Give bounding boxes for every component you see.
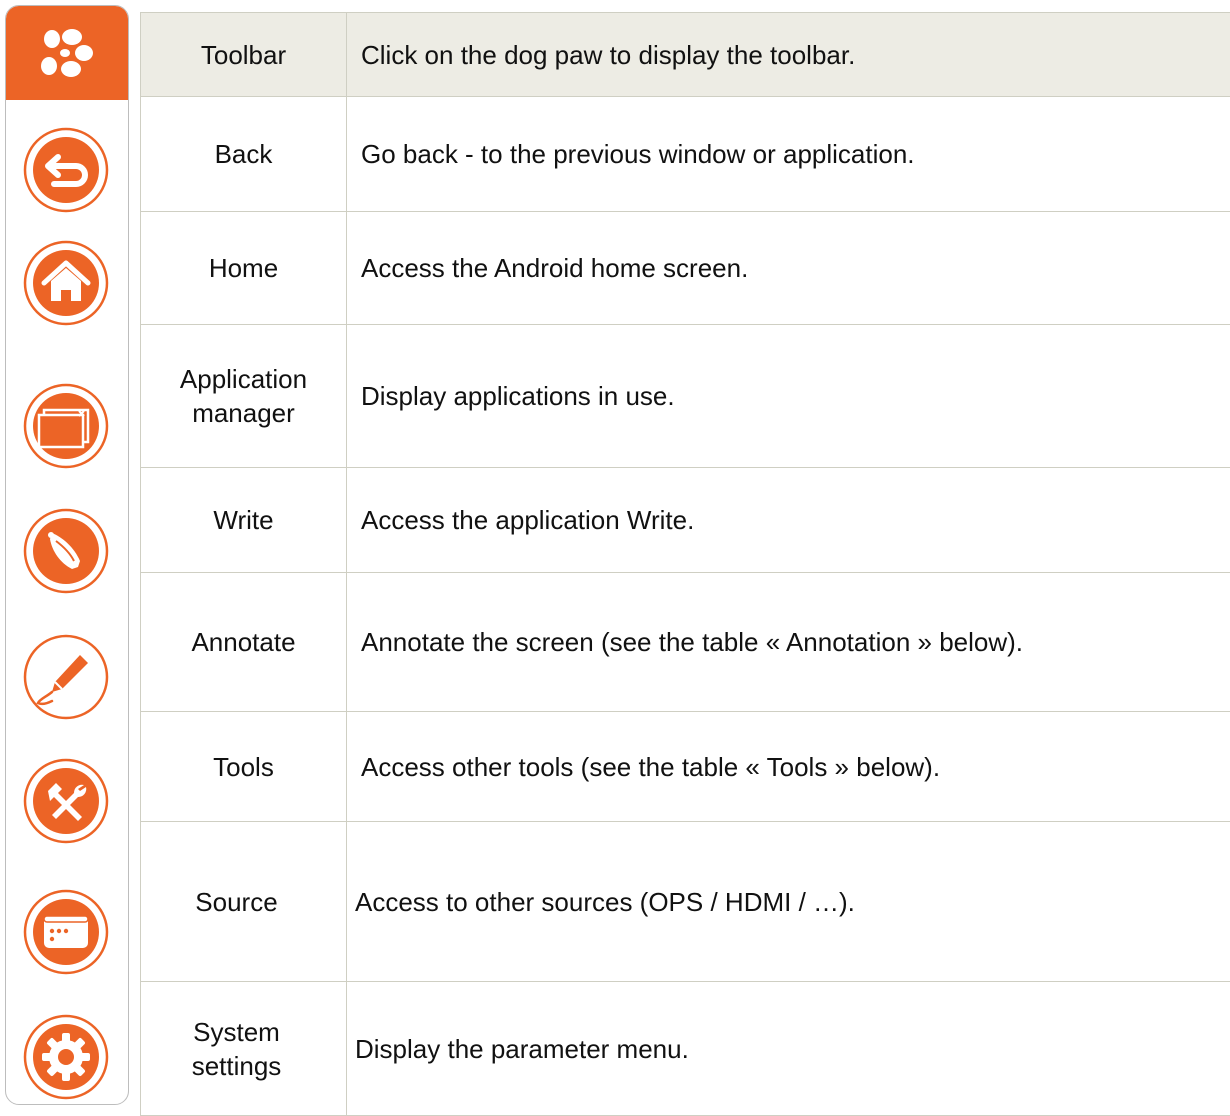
back-button[interactable] [22,126,110,214]
dog-paw-button[interactable] [6,6,128,100]
application-manager-icon [22,382,110,470]
table-row: Write Access the application Write. [141,468,1230,573]
annotate-icon [22,633,110,721]
row-name: Application manager [141,325,347,468]
table-row: Annotate Annotate the screen (see the ta… [141,573,1230,712]
annotate-button[interactable] [22,633,110,721]
row-description: Click on the dog paw to display the tool… [347,13,1230,97]
row-name: Home [141,212,347,325]
table-row: System settings Display the parameter me… [141,982,1230,1116]
tools-icon [22,757,110,845]
application-manager-button[interactable] [22,382,110,470]
table-row: Home Access the Android home screen. [141,212,1230,325]
source-icon [22,888,110,976]
dog-paw-icon [39,25,95,81]
row-name: Toolbar [141,13,347,97]
write-icon [22,507,110,595]
tools-button[interactable] [22,757,110,845]
write-button[interactable] [22,507,110,595]
row-description: Go back - to the previous window or appl… [347,97,1230,212]
home-button[interactable] [22,239,110,327]
row-description: Annotate the screen (see the table « Ann… [347,573,1230,712]
source-button[interactable] [22,888,110,976]
row-description: Access the Android home screen. [347,212,1230,325]
table-row: Application manager Display applications… [141,325,1230,468]
row-description: Access to other sources (OPS / HDMI / …)… [347,822,1230,982]
row-name: Tools [141,712,347,822]
row-description: Access the application Write. [347,468,1230,573]
row-name: Annotate [141,573,347,712]
back-icon [22,126,110,214]
row-name: Back [141,97,347,212]
row-description: Display the parameter menu. [347,982,1230,1116]
row-name: Source [141,822,347,982]
system-settings-button[interactable] [22,1013,110,1101]
toolbar-strip [5,5,129,1105]
row-name: System settings [141,982,347,1116]
row-description: Display applications in use. [347,325,1230,468]
toolbar-description-table: Toolbar Click on the dog paw to display … [140,12,1230,1116]
home-icon [22,239,110,327]
table-row: Back Go back - to the previous window or… [141,97,1230,212]
table-row: Source Access to other sources (OPS / HD… [141,822,1230,982]
table-row: Toolbar Click on the dog paw to display … [141,13,1230,97]
row-description: Access other tools (see the table « Tool… [347,712,1230,822]
row-name: Write [141,468,347,573]
table-row: Tools Access other tools (see the table … [141,712,1230,822]
system-settings-icon [22,1013,110,1101]
